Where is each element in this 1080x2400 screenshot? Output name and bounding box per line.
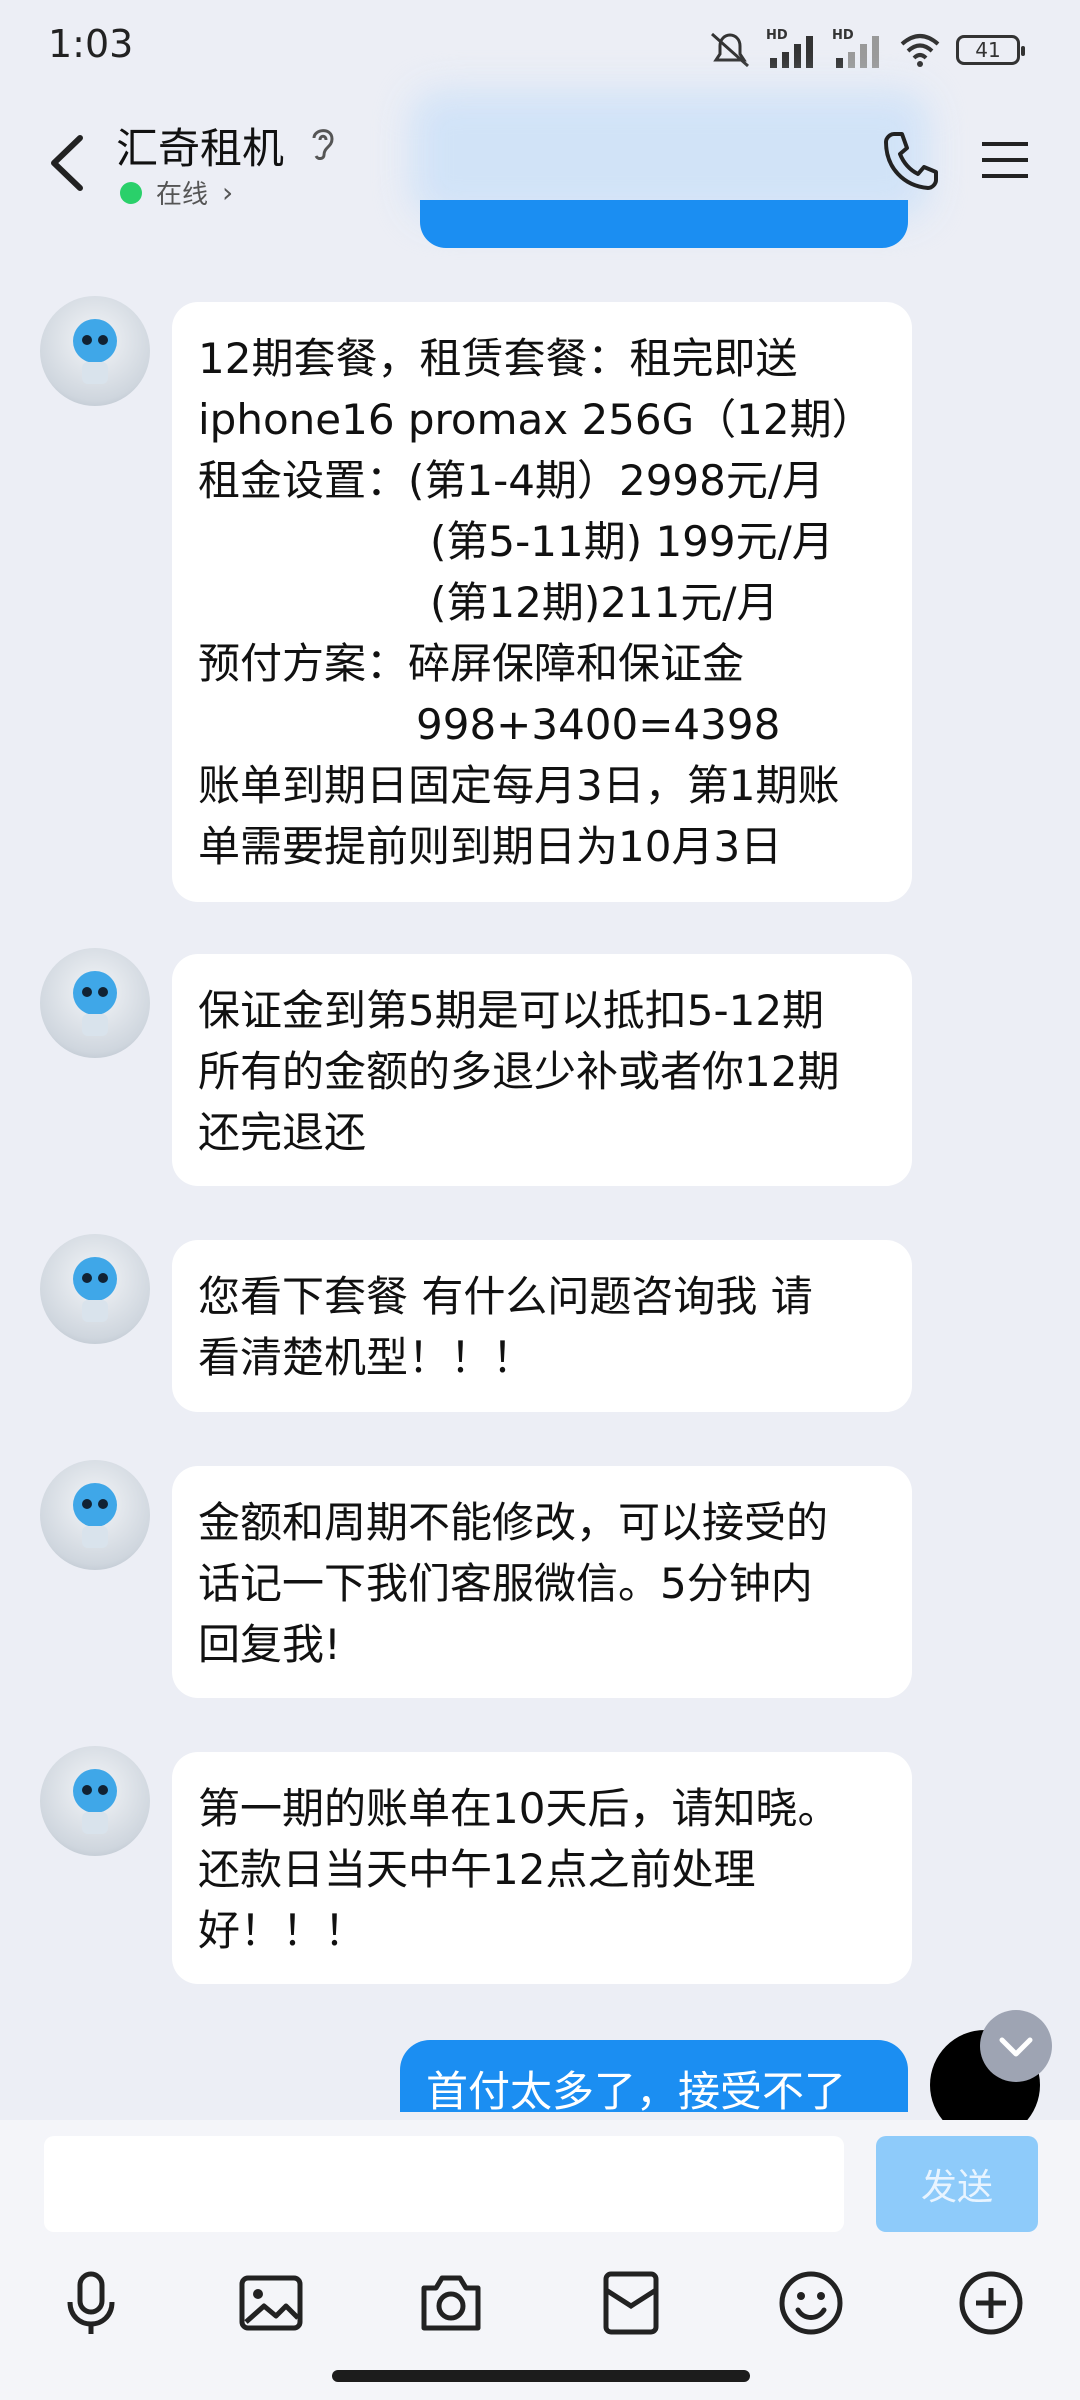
avatar[interactable] (40, 1460, 150, 1570)
message-line: 还款日当天中午12点之前处理 (198, 1845, 756, 1894)
message-line: 好！！！ (198, 1906, 367, 1955)
sent-message-bubble[interactable]: 首付太多了，接受不了 (400, 2040, 908, 2116)
message-line: 保证金到第5期是可以抵扣5-12期 (198, 986, 825, 1035)
message-bubble[interactable]: 第一期的账单在10天后，请知晓。 还款日当天中午12点之前处理 好！！！ (172, 1752, 912, 1984)
robot-avatar-icon (73, 1257, 117, 1322)
robot-avatar-icon (73, 319, 117, 384)
robot-avatar-icon (73, 1769, 117, 1834)
mute-icon (711, 32, 749, 68)
message-line: 单需要提前则到期日为10月3日 (198, 822, 783, 871)
microphone-icon[interactable] (56, 2268, 126, 2338)
red-packet-icon[interactable] (596, 2268, 666, 2338)
camera-icon[interactable] (416, 2268, 486, 2338)
status-time: 1:03 (48, 22, 134, 66)
message-line: 所有的金额的多退少补或者你12期 (198, 1047, 840, 1096)
message-line: 还完退还 (198, 1108, 367, 1157)
message-line: 预付方案：碎屏保障和保证金 (198, 639, 745, 688)
message-input[interactable] (44, 2136, 844, 2232)
home-indicator[interactable] (332, 2370, 750, 2382)
message-line: 回复我! (198, 1620, 341, 1669)
robot-avatar-icon (73, 1483, 117, 1548)
status-bar: 1:03 HD HD 41 (0, 0, 1080, 100)
message-line: 看清楚机型！！！ (198, 1333, 535, 1382)
message-line: 金额和周期不能修改，可以接受的 (198, 1498, 829, 1547)
message-line: (第5-11期) 199元/月 (430, 517, 834, 566)
wifi-icon (900, 34, 940, 67)
message-bubble[interactable]: 12期套餐，租赁套餐：租完即送 iphone16 promax 256G（12期… (172, 302, 912, 902)
avatar[interactable] (40, 948, 150, 1058)
plus-icon[interactable] (956, 2268, 1026, 2338)
signal-icon-2: HD (832, 28, 884, 68)
chevron-right-icon[interactable]: › (222, 176, 233, 209)
chevron-down-icon (999, 2037, 1033, 2057)
message-line: 话记一下我们客服微信。5分钟内 (198, 1559, 813, 1608)
message-line: 您看下套餐 有什么问题咨询我 请 (198, 1272, 813, 1321)
back-arrow-icon[interactable] (40, 128, 100, 198)
contact-name[interactable]: 汇奇租机 (116, 115, 284, 176)
message-line: 租金设置：(第1-4期）2998元/月 (198, 456, 825, 505)
send-button[interactable]: 发送 (876, 2136, 1038, 2232)
battery-icon: 41 (956, 35, 1025, 65)
avatar[interactable] (40, 1234, 150, 1344)
robot-avatar-icon (73, 971, 117, 1036)
phone-call-icon[interactable] (880, 128, 940, 192)
message-line: 998+3400=4398 (416, 700, 781, 749)
status-icons: HD HD 41 (708, 28, 1025, 70)
avatar[interactable] (40, 296, 150, 406)
message-line: 12期套餐，租赁套餐：租完即送 (198, 334, 798, 383)
message-bubble[interactable]: 您看下套餐 有什么问题咨询我 请 看清楚机型！！！ (172, 1240, 912, 1412)
message-line: iphone16 promax 256G（12期） (198, 395, 874, 444)
image-icon[interactable] (236, 2268, 306, 2338)
ear-icon (312, 129, 334, 160)
signal-icon: HD (766, 28, 818, 68)
emoji-icon[interactable] (776, 2268, 846, 2338)
message-bubble[interactable]: 金额和周期不能修改，可以接受的 话记一下我们客服微信。5分钟内 回复我! (172, 1466, 912, 1698)
message-line: 账单到期日固定每月3日，第1期账 (198, 761, 840, 810)
menu-icon[interactable] (980, 138, 1030, 182)
message-line: 第一期的账单在10天后，请知晓。 (198, 1784, 840, 1833)
avatar[interactable] (40, 1746, 150, 1856)
online-status-dot (120, 182, 142, 204)
previous-sent-bubble (420, 200, 908, 248)
scroll-to-bottom-button[interactable] (980, 2010, 1052, 2082)
online-status-text[interactable]: 在线 (156, 174, 208, 211)
message-bubble[interactable]: 保证金到第5期是可以抵扣5-12期 所有的金额的多退少补或者你12期 还完退还 (172, 954, 912, 1186)
message-line: (第12期)211元/月 (430, 578, 779, 627)
